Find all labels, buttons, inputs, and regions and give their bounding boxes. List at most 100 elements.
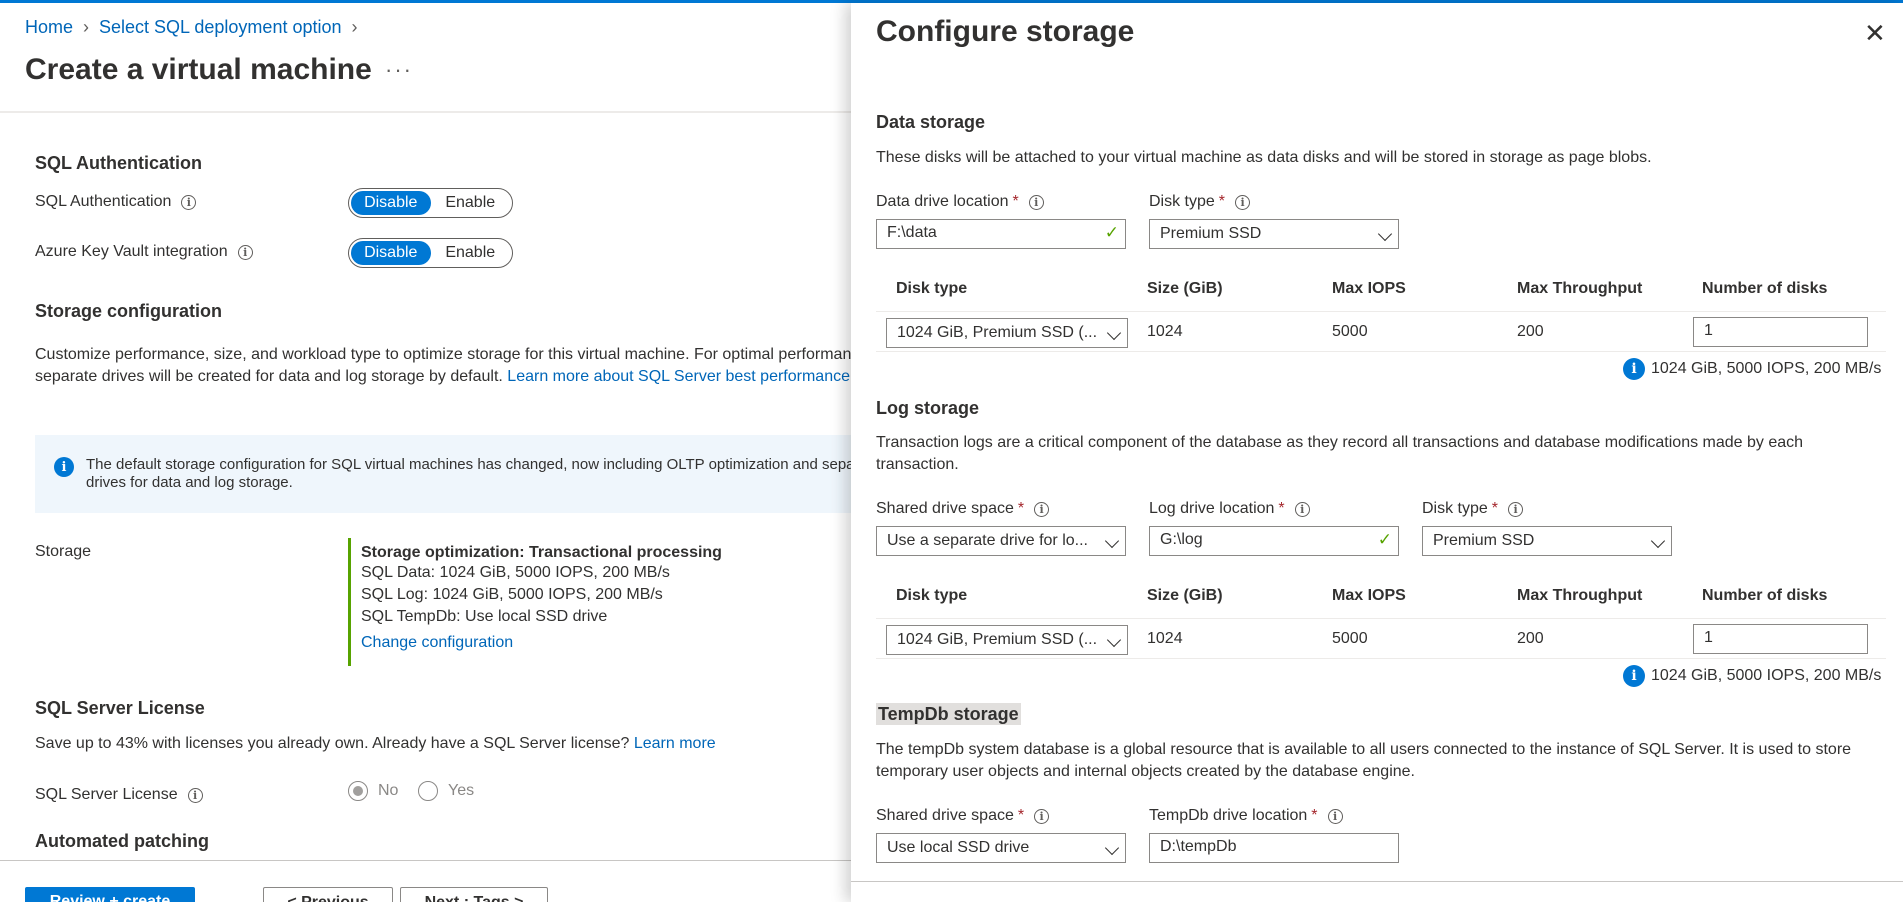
data-disktype-label: Disk type * i — [1149, 193, 1251, 211]
col-disk-type: Disk type — [896, 587, 968, 604]
log-throughput-cell: 200 — [1517, 630, 1544, 647]
tempdb-location-input[interactable]: D:\tempDb — [1149, 833, 1399, 863]
log-location-input[interactable]: G:\log ✓ — [1149, 526, 1399, 556]
tempdb-heading-text: TempDb storage — [876, 703, 1021, 725]
log-disk-count-value: 1 — [1704, 629, 1713, 646]
info-icon[interactable]: i — [1034, 808, 1050, 824]
review-create-button[interactable]: Review + create — [25, 887, 195, 902]
log-location-label: Log drive location * i — [1149, 500, 1310, 518]
info-icon[interactable]: i — [1508, 501, 1524, 517]
required-asterisk: * — [1278, 500, 1285, 517]
grid-divider — [876, 618, 1886, 619]
breadcrumb: Home › Select SQL deployment option › — [25, 17, 368, 38]
chevron-down-icon — [1104, 533, 1120, 549]
log-desc-line2: transaction. — [876, 456, 959, 473]
tempdb-shared-value: Use local SSD drive — [887, 839, 1030, 856]
chevron-down-icon — [1650, 533, 1666, 549]
previous-button[interactable]: < Previous — [263, 887, 393, 902]
data-disktype-value: Premium SSD — [1160, 225, 1262, 242]
log-storage-description: Transaction logs are a critical componen… — [876, 432, 1886, 476]
log-shared-dropdown[interactable]: Use a separate drive for lo... — [876, 526, 1126, 556]
tempdb-location-label: TempDb drive location * i — [1149, 807, 1343, 825]
info-icon[interactable]: i — [187, 787, 203, 803]
info-icon[interactable]: i — [1028, 194, 1044, 210]
license-label-text: SQL Server License — [35, 786, 178, 803]
log-disktype-value: Premium SSD — [1433, 532, 1535, 549]
checkmark-icon: ✓ — [1377, 530, 1392, 549]
change-configuration-link[interactable]: Change configuration — [361, 634, 513, 651]
col-size: Size (GiB) — [1147, 587, 1223, 604]
tempdb-location-label-text: TempDb drive location — [1149, 807, 1308, 824]
info-icon[interactable]: i — [237, 244, 253, 260]
storage-summary: Storage optimization: Transactional proc… — [348, 538, 748, 666]
tempdb-shared-dropdown[interactable]: Use local SSD drive — [876, 833, 1126, 863]
data-disktype-dropdown[interactable]: Premium SSD — [1149, 219, 1399, 249]
log-desc-line1: Transaction logs are a critical componen… — [876, 434, 1804, 451]
chevron-right-icon: › — [351, 17, 358, 37]
radio-empty-icon — [418, 781, 438, 801]
log-disktype-dropdown[interactable]: Premium SSD — [1422, 526, 1672, 556]
data-disk-size-dropdown[interactable]: 1024 GiB, Premium SSD (... — [886, 318, 1128, 348]
keyvault-disable-option[interactable]: Disable — [351, 241, 431, 265]
col-number-of-disks: Number of disks — [1702, 280, 1828, 297]
storage-config-desc-line2: separate drives will be created for data… — [35, 366, 851, 388]
storage-info-line2: drives for data and log storage. — [86, 474, 293, 491]
keyvault-toggle[interactable]: Disable Enable — [348, 238, 513, 268]
keyvault-label-text: Azure Key Vault integration — [35, 243, 228, 260]
tempdb-desc-line1: The tempDb system database is a global r… — [876, 741, 1852, 758]
log-disk-size-dropdown[interactable]: 1024 GiB, Premium SSD (... — [886, 625, 1128, 655]
tempdb-shared-label: Shared drive space * i — [876, 807, 1050, 825]
sql-tempdb-summary: SQL TempDb: Use local SSD drive — [361, 608, 608, 625]
log-location-label-text: Log drive location — [1149, 500, 1275, 517]
log-location-value: G:\log — [1160, 531, 1203, 548]
license-learn-more-link[interactable]: Learn more — [634, 735, 716, 752]
data-disk-count-input[interactable]: 1 — [1693, 317, 1868, 347]
close-icon[interactable]: ✕ — [1864, 20, 1886, 46]
data-location-input[interactable]: F:\data ✓ — [876, 219, 1126, 249]
col-max-throughput: Max Throughput — [1517, 587, 1643, 604]
sql-auth-toggle[interactable]: Disable Enable — [348, 188, 513, 218]
log-storage-heading: Log storage — [876, 398, 980, 418]
data-storage-summary-text: 1024 GiB, 5000 IOPS, 200 MB/s — [1651, 360, 1882, 377]
sql-auth-label: SQL Authentication i — [35, 193, 197, 211]
required-asterisk: * — [1491, 500, 1499, 517]
data-iops-cell: 5000 — [1332, 323, 1368, 340]
license-radio-yes[interactable]: Yes — [418, 781, 474, 801]
header-divider — [0, 111, 851, 113]
chevron-down-icon — [1104, 840, 1120, 856]
grid-divider — [876, 658, 1886, 659]
data-storage-description: These disks will be attached to your vir… — [876, 149, 1652, 166]
learn-more-best-performance-link[interactable]: Learn more about SQL Server best perform… — [507, 368, 850, 385]
data-storage-heading: Data storage — [876, 112, 986, 132]
required-asterisk: * — [1218, 193, 1226, 210]
log-disk-count-input[interactable]: 1 — [1693, 624, 1868, 654]
sql-auth-enable-option[interactable]: Enable — [431, 191, 511, 215]
storage-info-text: The default storage configuration for SQ… — [86, 456, 851, 492]
storage-config-desc-text: separate drives will be created for data… — [35, 368, 503, 385]
info-icon[interactable]: i — [1294, 501, 1310, 517]
required-asterisk: * — [1311, 807, 1318, 824]
sql-auth-disable-option[interactable]: Disable — [351, 191, 431, 215]
info-icon[interactable]: i — [1235, 194, 1251, 210]
storage-label: Storage — [35, 543, 92, 560]
sql-data-summary: SQL Data: 1024 GiB, 5000 IOPS, 200 MB/s — [361, 564, 670, 581]
panel-title: Configure storage — [876, 15, 1135, 48]
log-shared-label: Shared drive space * i — [876, 500, 1050, 518]
col-max-throughput: Max Throughput — [1517, 280, 1643, 297]
license-heading: SQL Server License — [35, 698, 205, 718]
log-disk-size-value: 1024 GiB, Premium SSD (... — [897, 631, 1098, 648]
breadcrumb-sql-option[interactable]: Select SQL deployment option — [99, 17, 341, 38]
info-icon[interactable]: i — [181, 194, 197, 210]
keyvault-enable-option[interactable]: Enable — [431, 241, 511, 265]
required-asterisk: * — [1017, 500, 1025, 517]
breadcrumb-home[interactable]: Home — [25, 17, 73, 38]
more-options-button[interactable]: ··· — [385, 57, 413, 83]
data-size-cell: 1024 — [1147, 323, 1183, 340]
storage-info-banner: i The default storage configuration for … — [35, 435, 851, 513]
log-disktype-label-text: Disk type — [1422, 500, 1488, 517]
info-icon[interactable]: i — [1327, 808, 1343, 824]
next-tags-button[interactable]: Next : Tags > — [400, 887, 548, 902]
license-radio-no[interactable]: No — [348, 781, 398, 801]
page-title: Create a virtual machine — [25, 53, 372, 86]
info-icon[interactable]: i — [1034, 501, 1050, 517]
